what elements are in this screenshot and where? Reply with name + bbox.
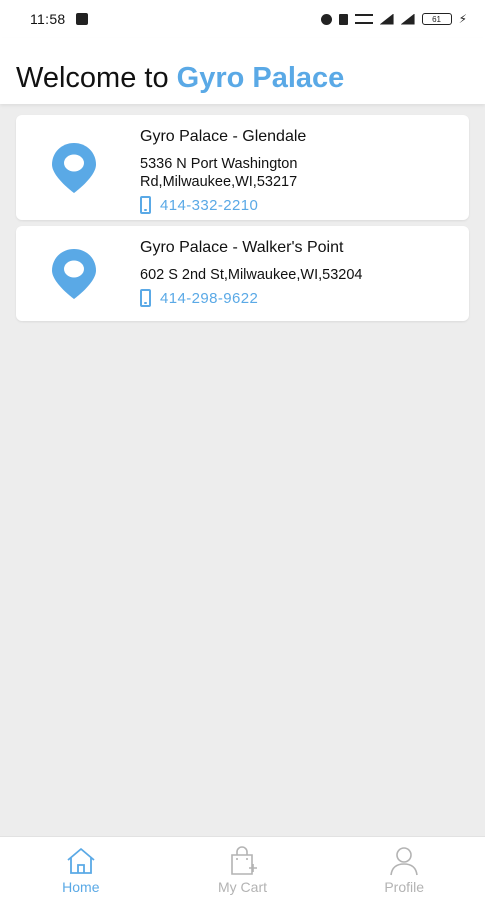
home-icon (67, 848, 95, 874)
store-info: Gyro Palace - Walker's Point 602 S 2nd S… (140, 238, 459, 307)
phone-icon (140, 196, 151, 214)
store-name: Gyro Palace - Walker's Point (140, 239, 344, 256)
charging-icon: ⚡ (458, 12, 467, 26)
location-pin-icon (52, 143, 96, 193)
bottom-navigation: Home My Cart Profile (0, 836, 485, 900)
store-address-line2: Rd,Milwaukee,WI,53217 (140, 174, 298, 190)
phone-icon (140, 289, 151, 307)
status-bar: 11:58 61 ⚡ (0, 0, 485, 38)
brand-name: Gyro Palace (176, 62, 345, 94)
signal-icon (379, 13, 394, 25)
vibrate-icon (338, 13, 348, 25)
page-title: Welcome to Gyro Palace (16, 62, 344, 95)
nav-home[interactable]: Home (0, 837, 162, 900)
store-address-line1: 602 S 2nd St,Milwaukee,WI,53204 (140, 267, 363, 283)
store-address-line1: 5336 N Port Washington (140, 156, 298, 172)
nav-profile[interactable]: Profile (323, 837, 485, 900)
battery-icon: 61 (421, 13, 452, 25)
nav-cart-label: My Cart (218, 879, 267, 895)
store-address: 5336 N Port Washington Rd,Milwaukee,WI,5… (140, 155, 459, 191)
store-address: 602 S 2nd St,Milwaukee,WI,53204 (140, 266, 459, 284)
data-speed-icon (354, 14, 373, 24)
store-info: Gyro Palace - Glendale 5336 N Port Washi… (140, 127, 459, 214)
page-header: Welcome to Gyro Palace (0, 38, 485, 104)
alarm-icon (320, 13, 332, 25)
status-time: 11:58 (30, 11, 66, 27)
status-icons: 61 ⚡ (320, 12, 467, 26)
battery-level: 61 (432, 14, 442, 24)
store-phone-link[interactable]: 414-332-2210 (140, 196, 459, 214)
app-notification-icon (75, 13, 88, 25)
nav-cart[interactable]: My Cart (162, 837, 324, 900)
signal-icon-2 (400, 13, 415, 25)
store-card-glendale[interactable]: Gyro Palace - Glendale 5336 N Port Washi… (16, 115, 469, 220)
location-pin-icon (52, 249, 96, 299)
store-phone: 414-332-2210 (160, 196, 259, 214)
nav-profile-label: Profile (384, 879, 425, 895)
store-name: Gyro Palace - Glendale (140, 128, 307, 145)
nav-home-label: Home (62, 879, 100, 895)
store-phone-link[interactable]: 414-298-9622 (140, 289, 459, 307)
store-phone: 414-298-9622 (160, 289, 259, 307)
user-icon (390, 847, 418, 876)
shopping-bag-icon (230, 846, 257, 875)
store-card-walkers-point[interactable]: Gyro Palace - Walker's Point 602 S 2nd S… (16, 226, 469, 321)
welcome-text: Welcome to (16, 62, 169, 94)
